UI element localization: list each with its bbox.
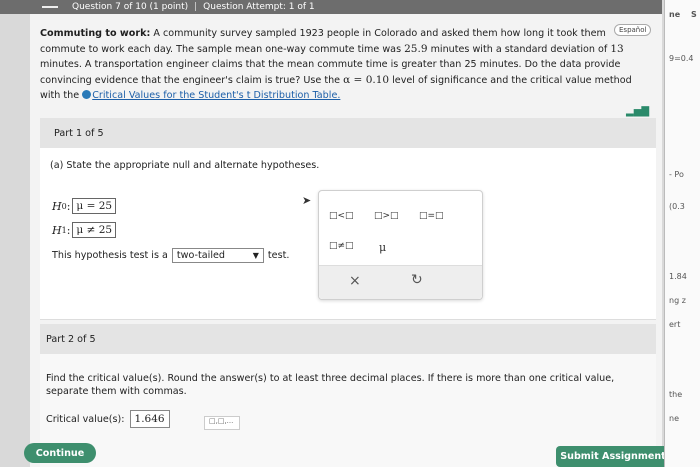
critical-value-line: Critical value(s): 1.646 bbox=[46, 410, 170, 428]
h0-input[interactable]: μ = 25 bbox=[72, 198, 117, 214]
side-text-4: - Po bbox=[669, 170, 684, 179]
espanol-button[interactable]: Español bbox=[614, 24, 652, 36]
null-hypothesis: H0: μ = 25 bbox=[52, 198, 117, 214]
question-line-1: A community survey sampled 1923 people i… bbox=[153, 28, 606, 39]
question-attempt: Question Attempt: 1 of 1 bbox=[203, 2, 315, 12]
less-than-button[interactable]: □<□ bbox=[329, 211, 354, 221]
side-text-2: S bbox=[691, 10, 697, 19]
tail-select[interactable]: two-tailed ▼ bbox=[171, 248, 264, 263]
continue-button[interactable]: Continue bbox=[24, 443, 96, 463]
side-text-3: 9=0.4 bbox=[669, 54, 694, 63]
side-text-6: 1.84 bbox=[669, 272, 687, 281]
sample-mean: 25.9 bbox=[404, 42, 428, 55]
side-text-5: (0.3 bbox=[669, 202, 685, 211]
greater-than-button[interactable]: □>□ bbox=[374, 211, 399, 221]
info-icon bbox=[82, 90, 92, 99]
question-card: Commuting to work: A community survey sa… bbox=[30, 14, 662, 467]
h0-letter: H bbox=[52, 199, 62, 213]
question-line-5: with the bbox=[40, 90, 80, 101]
submit-assignment-button[interactable]: Submit Assignment bbox=[556, 446, 670, 467]
question-line-4b: level of significance and the critical v… bbox=[389, 74, 632, 86]
h1-letter: H bbox=[52, 223, 62, 237]
part-1-body: (a) State the appropriate null and alter… bbox=[40, 148, 656, 320]
undo-icon[interactable]: ↻ bbox=[411, 272, 423, 288]
tail-line: This hypothesis test is a two-tailed ▼ t… bbox=[52, 248, 289, 263]
top-bar: Question 7 of 10 (1 point) | Question At… bbox=[0, 0, 662, 14]
h0-subscript: 0 bbox=[61, 201, 67, 211]
dropdown-arrow-icon: ▼ bbox=[252, 251, 259, 260]
side-text-1: ne bbox=[669, 10, 681, 19]
critical-value-input[interactable]: 1.646 bbox=[129, 410, 170, 428]
clear-button[interactable]: × bbox=[349, 273, 361, 289]
side-text-9: the bbox=[669, 390, 683, 399]
critical-value-label: Critical value(s): bbox=[46, 413, 125, 425]
symbol-palette: □<□ □>□ □=□ □≠□ μ × ↻ bbox=[318, 190, 483, 300]
side-panel: ne S 9=0.4 - Po (0.3 1.84 ng z ert the n… bbox=[664, 0, 700, 467]
alpha-value: α = 0.10 bbox=[343, 73, 390, 86]
part-2-label: Part 2 of 5 bbox=[46, 333, 96, 345]
bar-chart-icon[interactable]: ▂▅▇ bbox=[626, 106, 649, 117]
question-number: Question 7 of 10 (1 point) bbox=[72, 2, 189, 12]
part-1-header: Part 1 of 5 bbox=[40, 118, 656, 148]
question-text: Commuting to work: A community survey sa… bbox=[40, 26, 652, 104]
question-line-3: minutes. A transportation engineer claim… bbox=[40, 59, 621, 70]
question-title: Commuting to work: bbox=[40, 28, 151, 39]
equals-button[interactable]: □=□ bbox=[419, 211, 444, 221]
part-2-prompt: Find the critical value(s). Round the an… bbox=[46, 373, 615, 397]
question-line-2b: minutes with a standard deviation of bbox=[427, 43, 611, 55]
tail-prefix: This hypothesis test is a bbox=[52, 250, 168, 261]
standard-deviation: 13 bbox=[610, 42, 624, 55]
tail-selected-value: two-tailed bbox=[176, 250, 225, 261]
part-1-prompt: (a) State the appropriate null and alter… bbox=[50, 160, 320, 171]
h1-input[interactable]: μ ≠ 25 bbox=[72, 222, 117, 238]
question-line-4a: convincing evidence that the engineer's … bbox=[40, 74, 344, 86]
part-1-label: Part 1 of 5 bbox=[54, 127, 104, 139]
menu-icon[interactable] bbox=[42, 6, 58, 8]
mu-button[interactable]: μ bbox=[379, 241, 386, 254]
header-separator: | bbox=[194, 2, 198, 12]
part-2-header: Part 2 of 5 bbox=[40, 324, 656, 354]
palette-actions: × ↻ bbox=[319, 265, 482, 299]
critical-values-link[interactable]: Critical Values for the Student's t Dist… bbox=[92, 90, 340, 101]
h1-subscript: 1 bbox=[61, 225, 67, 235]
mouse-cursor-icon: ➤ bbox=[302, 194, 312, 207]
mini-symbol-palette[interactable]: □,□,... bbox=[204, 416, 240, 430]
side-text-10: ne bbox=[669, 414, 679, 423]
not-equal-button[interactable]: □≠□ bbox=[329, 241, 354, 251]
side-text-8: ert bbox=[669, 320, 681, 329]
question-line-2a: commute to work each day. The sample mea… bbox=[40, 43, 405, 55]
alternate-hypothesis: H1: μ ≠ 25 bbox=[52, 222, 117, 238]
tail-suffix: test. bbox=[267, 250, 290, 261]
side-text-7: ng z bbox=[669, 296, 686, 305]
